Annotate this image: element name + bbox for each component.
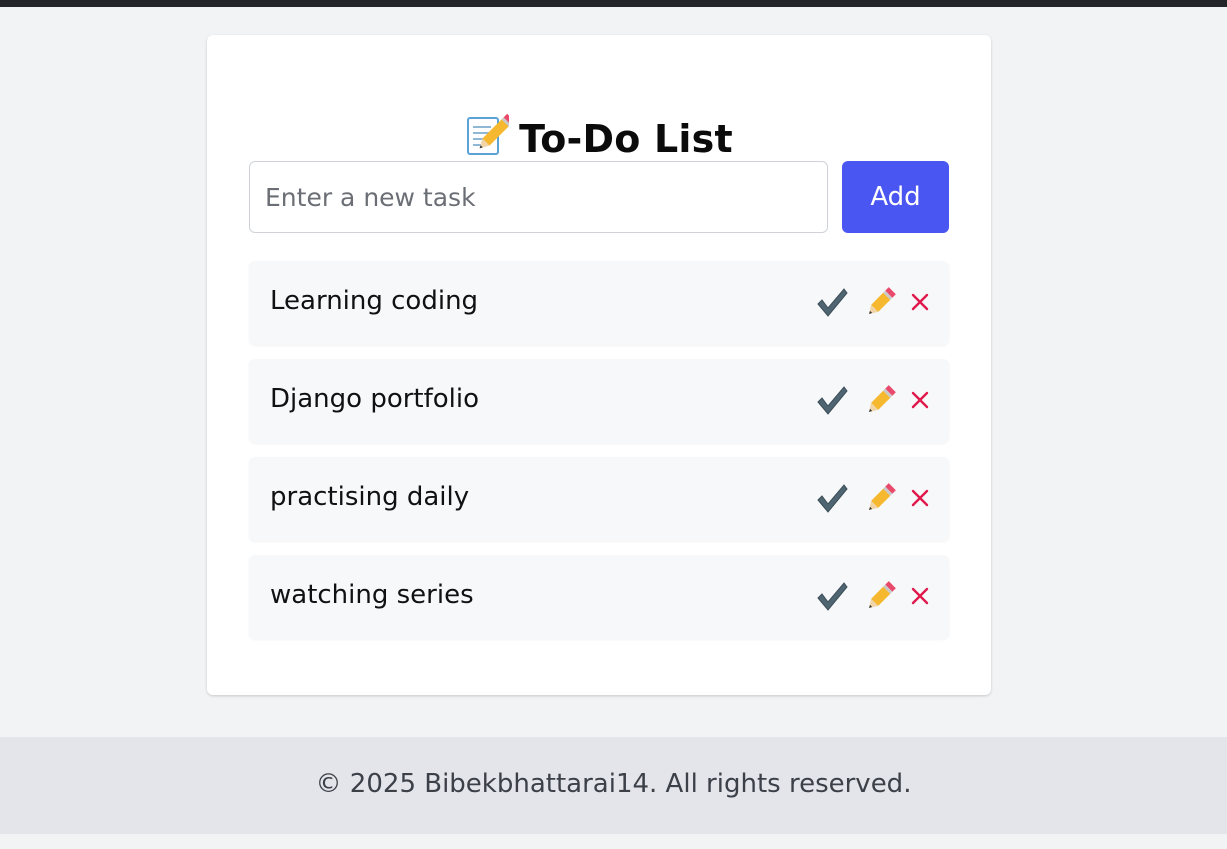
task-label: practising daily [270,482,470,512]
add-button[interactable]: Add [842,161,949,233]
pencil-icon[interactable] [863,578,899,614]
task-actions [814,478,931,518]
footer-text: © 2025 Bibekbhattarai14. All rights rese… [315,769,912,799]
page-title: To-Do List [207,113,991,161]
pencil-icon[interactable] [863,480,899,516]
task-label: watching series [270,580,474,610]
check-icon[interactable] [814,284,850,320]
task-item: Learning coding [249,261,949,345]
task-actions [814,576,931,616]
task-label: Learning coding [270,286,479,316]
task-actions [814,380,931,420]
task-actions [814,282,931,322]
pencil-icon[interactable] [863,382,899,418]
close-icon[interactable] [909,578,931,614]
task-label: Django portfolio [270,384,480,414]
task-item: watching series [249,555,949,639]
task-item: practising daily [249,457,949,541]
title-text: To-Do List [519,117,733,161]
check-icon[interactable] [814,382,850,418]
check-icon[interactable] [814,578,850,614]
task-input[interactable] [249,161,828,233]
check-icon[interactable] [814,480,850,516]
task-list: Learning coding Django portfolio practis… [249,261,949,653]
task-item: Django portfolio [249,359,949,443]
close-icon[interactable] [909,382,931,418]
pencil-icon[interactable] [863,284,899,320]
close-icon[interactable] [909,284,931,320]
footer: © 2025 Bibekbhattarai14. All rights rese… [0,737,1227,834]
top-window-strip [0,0,1227,7]
close-icon[interactable] [909,480,931,516]
todo-card: To-Do List Add Learning coding [207,35,991,695]
memo-pencil-icon [465,113,515,157]
